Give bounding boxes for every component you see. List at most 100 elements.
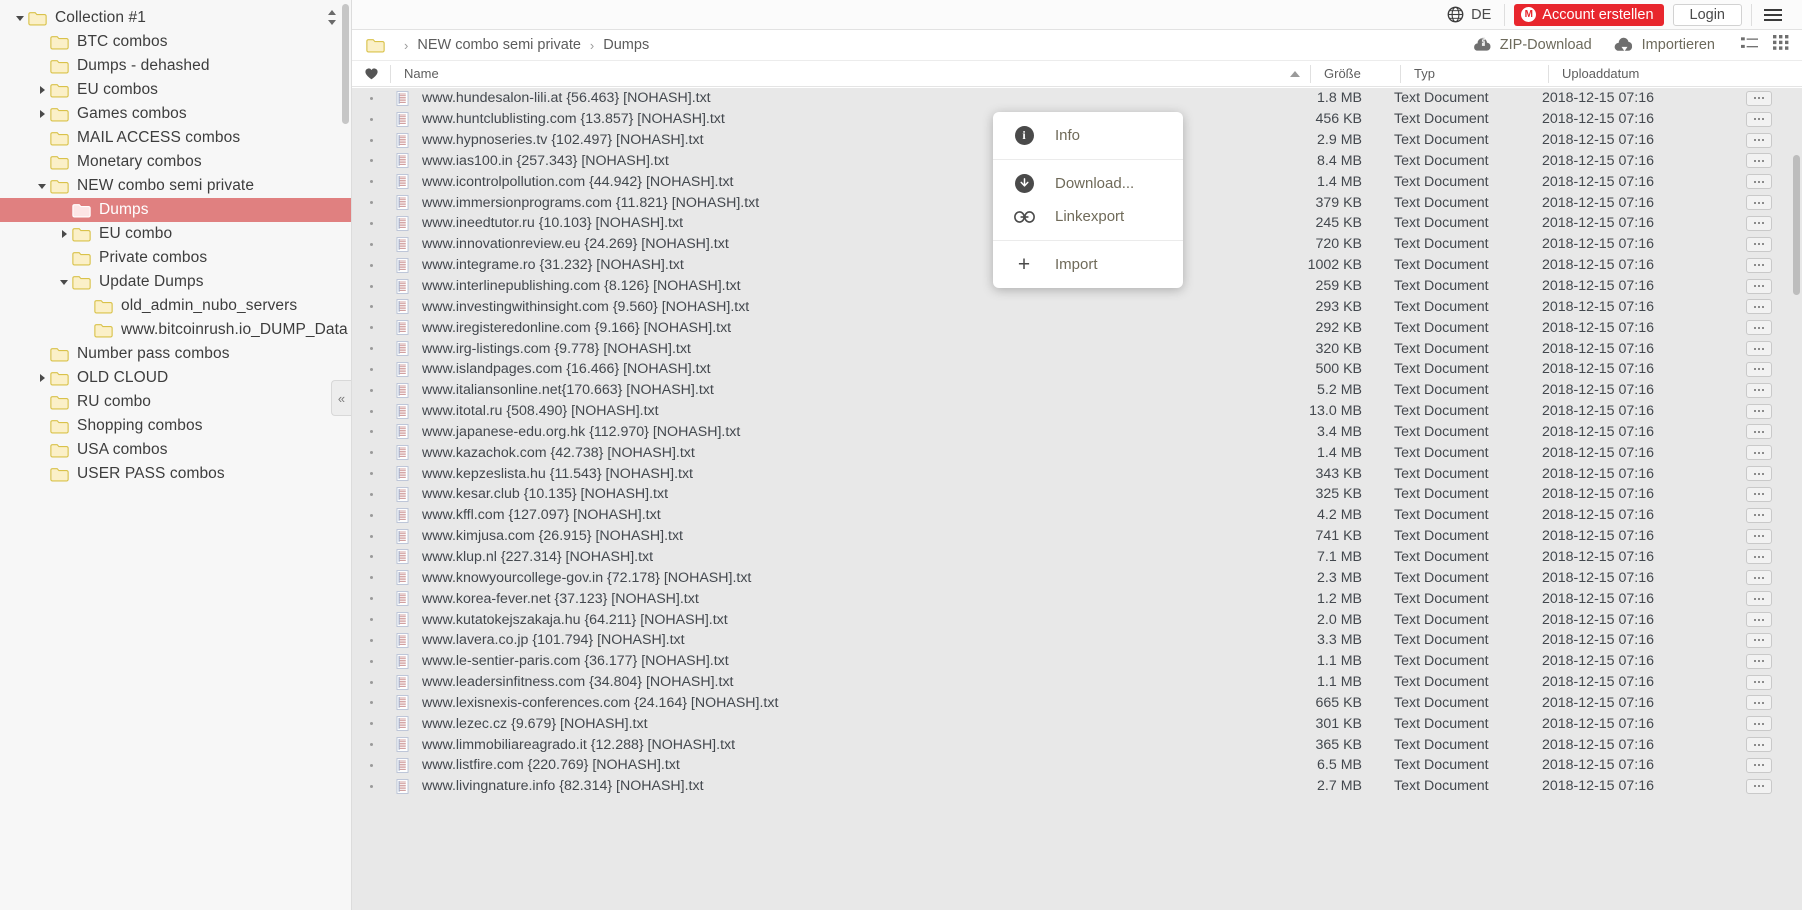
breadcrumb-root-folder-icon[interactable] xyxy=(366,38,385,53)
tree-item-www-bitcoinrush-io-dump-data[interactable]: www.bitcoinrush.io_DUMP_Data xyxy=(0,318,351,342)
grid-view-icon[interactable] xyxy=(1773,35,1790,55)
file-row[interactable]: www.kazachok.com {42.738} [NOHASH].txt1.… xyxy=(352,442,1802,463)
file-context-menu-button[interactable] xyxy=(1746,133,1772,148)
file-row-actions[interactable] xyxy=(1716,91,1802,106)
tree-item-update-dumps[interactable]: Update Dumps xyxy=(0,270,351,294)
file-row-actions[interactable] xyxy=(1716,195,1802,210)
file-favorite-toggle[interactable] xyxy=(352,535,390,538)
file-favorite-toggle[interactable] xyxy=(352,222,390,225)
file-context-menu-button[interactable] xyxy=(1746,675,1772,690)
file-favorite-toggle[interactable] xyxy=(352,347,390,350)
file-favorite-toggle[interactable] xyxy=(352,159,390,162)
file-favorite-toggle[interactable] xyxy=(352,243,390,246)
file-context-menu-button[interactable] xyxy=(1746,612,1772,627)
file-favorite-toggle[interactable] xyxy=(352,472,390,475)
file-favorite-toggle[interactable] xyxy=(352,118,390,121)
file-context-menu-button[interactable] xyxy=(1746,320,1772,335)
file-context-menu-button[interactable] xyxy=(1746,258,1772,273)
context-menu-item-info[interactable]: iInfo xyxy=(993,119,1183,152)
file-context-menu-button[interactable] xyxy=(1746,466,1772,481)
column-header-type[interactable]: Typ xyxy=(1400,61,1548,87)
file-context-menu-button[interactable] xyxy=(1746,153,1772,168)
tree-item-new-combo-semi-private[interactable]: NEW combo semi private xyxy=(0,174,351,198)
file-context-menu-button[interactable] xyxy=(1746,91,1772,106)
file-row-actions[interactable] xyxy=(1716,112,1802,127)
file-context-menu-button[interactable] xyxy=(1746,445,1772,460)
tree-item-old-admin-nubo-servers[interactable]: old_admin_nubo_servers xyxy=(0,294,351,318)
file-row-actions[interactable] xyxy=(1716,716,1802,731)
file-row[interactable]: www.listfire.com {220.769} [NOHASH].txt6… xyxy=(352,755,1802,776)
tree-item-old-cloud[interactable]: OLD CLOUD xyxy=(0,366,351,390)
file-favorite-toggle[interactable] xyxy=(352,514,390,517)
file-row-actions[interactable] xyxy=(1716,591,1802,606)
file-favorite-toggle[interactable] xyxy=(352,451,390,454)
file-favorite-toggle[interactable] xyxy=(352,597,390,600)
file-favorite-toggle[interactable] xyxy=(352,410,390,413)
tree-item-ru-combo[interactable]: RU combo xyxy=(0,390,351,414)
file-context-menu-button[interactable] xyxy=(1746,591,1772,606)
file-context-menu-button[interactable] xyxy=(1746,216,1772,231)
tree-twisty-right-icon[interactable] xyxy=(56,222,72,246)
file-row[interactable]: www.kesar.club {10.135} [NOHASH].txt325 … xyxy=(352,484,1802,505)
file-row-actions[interactable] xyxy=(1716,341,1802,356)
file-favorite-toggle[interactable] xyxy=(352,785,390,788)
tree-item-eu-combos[interactable]: EU combos xyxy=(0,78,351,102)
file-context-menu-button[interactable] xyxy=(1746,299,1772,314)
create-account-button[interactable]: M Account erstellen xyxy=(1514,4,1663,26)
file-context-menu-button[interactable] xyxy=(1746,570,1772,585)
file-row[interactable]: www.lexisnexis-conferences.com {24.164} … xyxy=(352,692,1802,713)
file-favorite-toggle[interactable] xyxy=(352,201,390,204)
tree-item-usa-combos[interactable]: USA combos xyxy=(0,438,351,462)
file-context-menu-button[interactable] xyxy=(1746,341,1772,356)
file-row-actions[interactable] xyxy=(1716,258,1802,273)
file-row-actions[interactable] xyxy=(1716,758,1802,773)
file-favorite-toggle[interactable] xyxy=(352,139,390,142)
file-row[interactable]: www.livingnature.info {82.314} [NOHASH].… xyxy=(352,776,1802,797)
tree-item-number-pass-combos[interactable]: Number pass combos xyxy=(0,342,351,366)
file-row-actions[interactable] xyxy=(1716,174,1802,189)
file-row-actions[interactable] xyxy=(1716,362,1802,377)
file-row-actions[interactable] xyxy=(1716,237,1802,252)
language-selector[interactable]: DE xyxy=(1434,6,1504,23)
file-row-actions[interactable] xyxy=(1716,633,1802,648)
tree-item-eu-combo[interactable]: EU combo xyxy=(0,222,351,246)
file-context-menu-button[interactable] xyxy=(1746,237,1772,252)
tree-item-dumps[interactable]: Dumps xyxy=(0,198,351,222)
tree-twisty-right-icon[interactable] xyxy=(34,102,50,126)
tree-twisty-right-icon[interactable] xyxy=(34,78,50,102)
file-favorite-toggle[interactable] xyxy=(352,743,390,746)
file-row-actions[interactable] xyxy=(1716,320,1802,335)
context-menu-item-import[interactable]: +Import xyxy=(993,248,1183,281)
file-row-actions[interactable] xyxy=(1716,404,1802,419)
file-favorite-toggle[interactable] xyxy=(352,97,390,100)
file-row-actions[interactable] xyxy=(1716,779,1802,794)
file-favorite-toggle[interactable] xyxy=(352,180,390,183)
file-row[interactable]: www.klup.nl {227.314} [NOHASH].txt7.1 MB… xyxy=(352,547,1802,568)
file-context-menu-button[interactable] xyxy=(1746,779,1772,794)
file-row-actions[interactable] xyxy=(1716,216,1802,231)
column-favorite[interactable] xyxy=(352,61,390,87)
file-context-menu-button[interactable] xyxy=(1746,737,1772,752)
file-context-menu-button[interactable] xyxy=(1746,362,1772,377)
file-row-actions[interactable] xyxy=(1716,279,1802,294)
file-row[interactable]: www.knowyourcollege-gov.in {72.178} [NOH… xyxy=(352,567,1802,588)
file-favorite-toggle[interactable] xyxy=(352,618,390,621)
file-row[interactable]: www.hundesalon-lili.at {56.463} [NOHASH]… xyxy=(352,88,1802,109)
file-row-actions[interactable] xyxy=(1716,424,1802,439)
tree-item-collection-1[interactable]: Collection #1 xyxy=(0,6,351,30)
file-row-actions[interactable] xyxy=(1716,487,1802,502)
tree-item-games-combos[interactable]: Games combos xyxy=(0,102,351,126)
file-row[interactable]: www.leadersinfitness.com {34.804} [NOHAS… xyxy=(352,672,1802,693)
file-row[interactable]: www.kutatokejszakaja.hu {64.211} [NOHASH… xyxy=(352,609,1802,630)
file-favorite-toggle[interactable] xyxy=(352,430,390,433)
sidebar-scrollbar[interactable] xyxy=(342,4,349,124)
file-favorite-toggle[interactable] xyxy=(352,389,390,392)
file-row[interactable]: www.iregisteredonline.com {9.166} [NOHAS… xyxy=(352,317,1802,338)
file-context-menu-button[interactable] xyxy=(1746,424,1772,439)
tree-twisty-down-icon[interactable] xyxy=(56,270,72,294)
file-favorite-toggle[interactable] xyxy=(352,305,390,308)
context-menu-item-linkexport[interactable]: Linkexport xyxy=(993,200,1183,233)
file-favorite-toggle[interactable] xyxy=(352,493,390,496)
file-context-menu-button[interactable] xyxy=(1746,508,1772,523)
file-context-menu-button[interactable] xyxy=(1746,112,1772,127)
